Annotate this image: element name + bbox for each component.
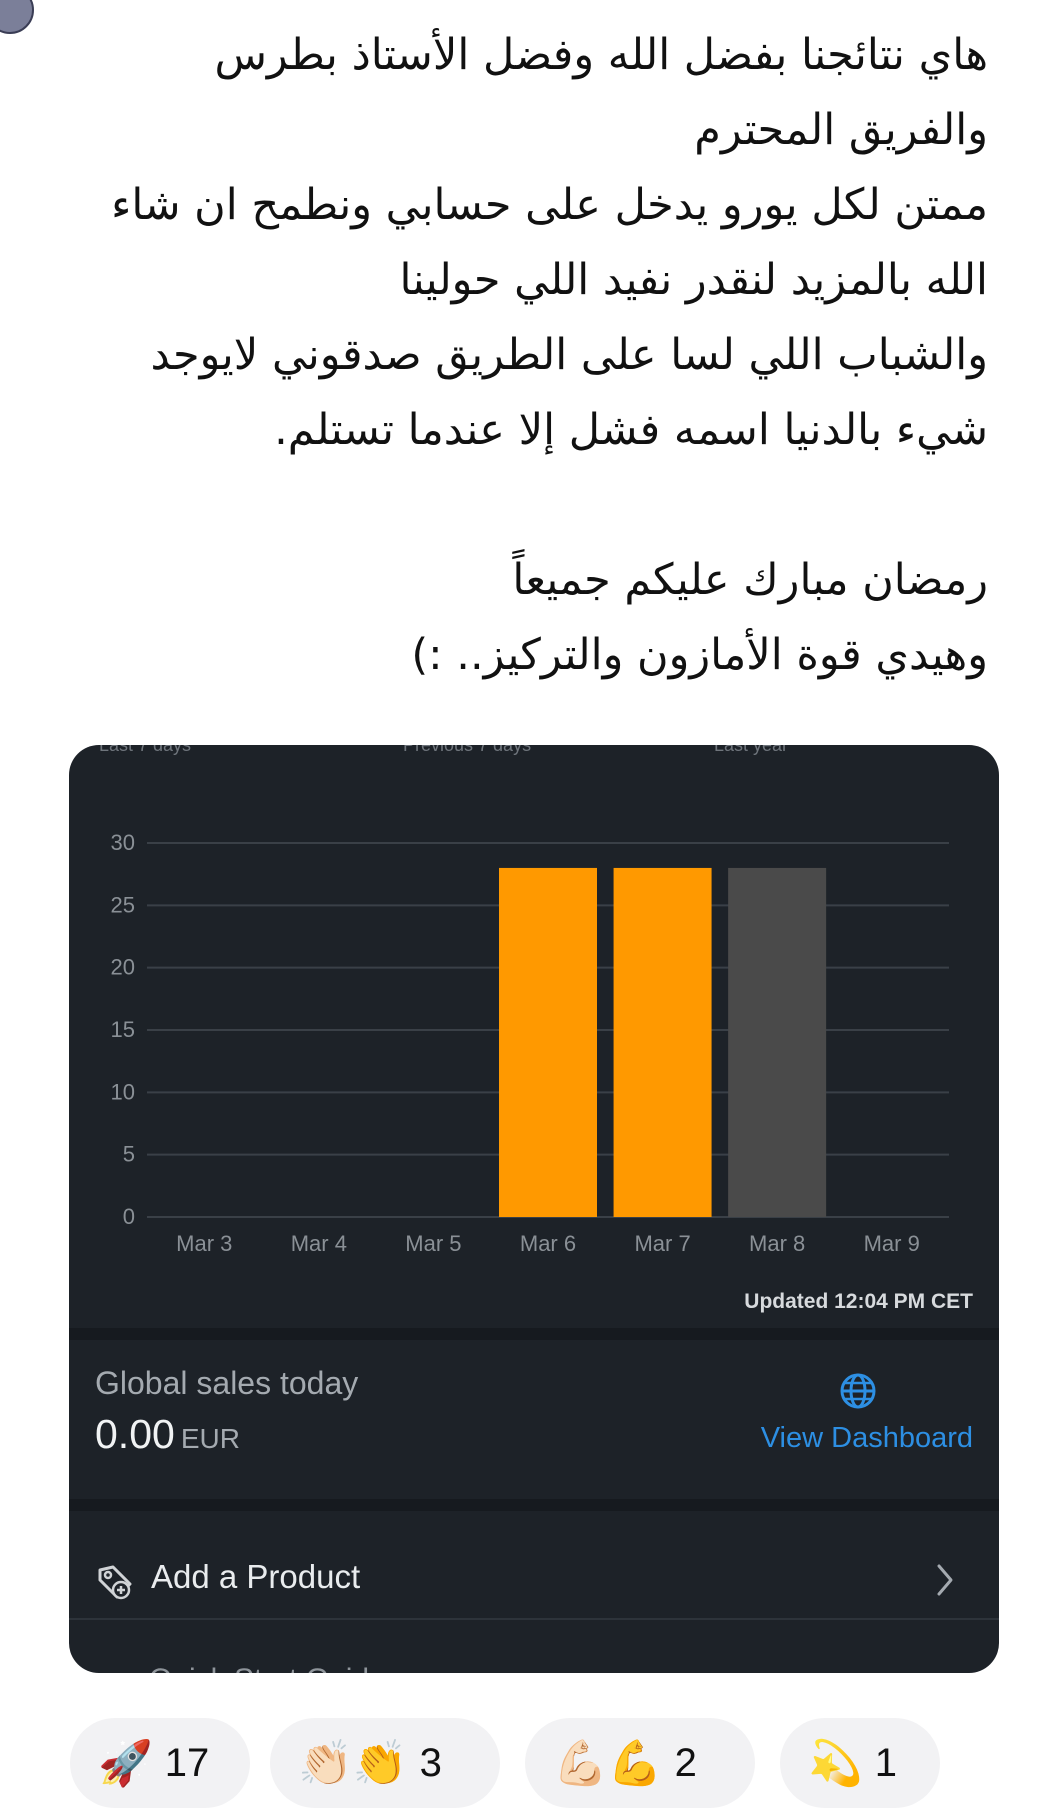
dizzy-star-icon: 💫 <box>808 1739 863 1788</box>
add-product-row[interactable]: Add a Product <box>69 1534 999 1630</box>
y-tick-label: 30 <box>111 830 135 855</box>
reaction-count: 3 <box>419 1740 442 1785</box>
avatar[interactable] <box>0 0 34 34</box>
row-divider <box>69 1618 999 1620</box>
x-tick-label: Mar 3 <box>176 1231 232 1256</box>
y-tick-label: 10 <box>111 1079 135 1104</box>
section-divider <box>69 1499 999 1511</box>
reaction-count: 2 <box>674 1740 697 1785</box>
global-sales-value: 0.00 EUR <box>95 1411 240 1458</box>
x-tick-label: Mar 7 <box>634 1231 690 1256</box>
bar <box>613 867 712 1217</box>
updated-timestamp: Updated 12:04 PM CET <box>744 1290 973 1313</box>
y-tick-label: 25 <box>111 892 135 917</box>
x-tick-label: Mar 4 <box>291 1231 347 1256</box>
post-text: هاي نتائجنا بفضل الله وفضل الأستاذ بطرس … <box>68 18 988 693</box>
y-tick-label: 20 <box>111 955 135 980</box>
post-line: والشباب اللي لسا على الطريق صدقوني لايوج… <box>150 330 988 380</box>
chevron-right-icon <box>937 1564 953 1596</box>
globe-icon[interactable] <box>838 1371 878 1411</box>
sales-currency: EUR <box>180 1423 240 1454</box>
post-blank-line <box>68 468 988 543</box>
bar <box>499 867 597 1217</box>
post-line: والفريق المحترم <box>694 105 988 155</box>
quick-start-guide-row[interactable]: Quick Start Guide <box>149 1663 386 1673</box>
screenshot-card[interactable]: Last 7 days Previous 7 days Last year 05… <box>69 745 999 1673</box>
y-tick-label: 15 <box>111 1017 135 1042</box>
reaction-count: 17 <box>164 1740 210 1785</box>
global-sales-label: Global sales today <box>95 1365 359 1401</box>
post-line: شيء بالدنيا اسمه فشل إلا عندما تستلم. <box>274 405 988 455</box>
y-tick-label: 0 <box>123 1204 135 1229</box>
x-tick-label: Mar 5 <box>405 1231 461 1256</box>
muscle-icon: 💪🏻💪 <box>553 1739 663 1788</box>
x-tick-label: Mar 9 <box>864 1231 920 1256</box>
post-line: وهيدي قوة الأمازون والتركيز.. :) <box>411 630 988 680</box>
post-line: رمضان مبارك عليكم جميعاً <box>512 555 988 605</box>
rocket-icon: 🚀 <box>98 1739 153 1788</box>
add-product-label: Add a Product <box>151 1558 361 1595</box>
reactions-bar: 🚀 17 👏🏻👏 3 💪🏻💪 2 💫 1 <box>0 1718 1047 1808</box>
x-tick-label: Mar 8 <box>749 1231 805 1256</box>
clap-icon: 👏🏻👏 <box>298 1739 408 1788</box>
sales-bar-chart: 0 5 10 15 20 25 30 Mar 3 Mar 4 Mar 5 Mar 6 Mar 7 Mar… <box>111 830 949 1256</box>
bar <box>728 867 827 1217</box>
y-tick-label: 5 <box>123 1142 135 1167</box>
tag-icon <box>98 1565 132 1600</box>
section-divider <box>69 1328 999 1340</box>
sales-amount: 0.00 <box>95 1411 175 1457</box>
x-tick-label: Mar 6 <box>520 1231 576 1256</box>
post-line: الله بالمزيد لنقدر نفيد اللي حولينا <box>399 255 988 305</box>
post-line: ممتن لكل يورو يدخل على حسابي ونطمح ان شا… <box>111 180 988 230</box>
view-dashboard-link[interactable]: View Dashboard <box>761 1422 973 1455</box>
reaction-count: 1 <box>874 1740 898 1785</box>
post-line: هاي نتائجنا بفضل الله وفضل الأستاذ بطرس <box>214 30 988 80</box>
